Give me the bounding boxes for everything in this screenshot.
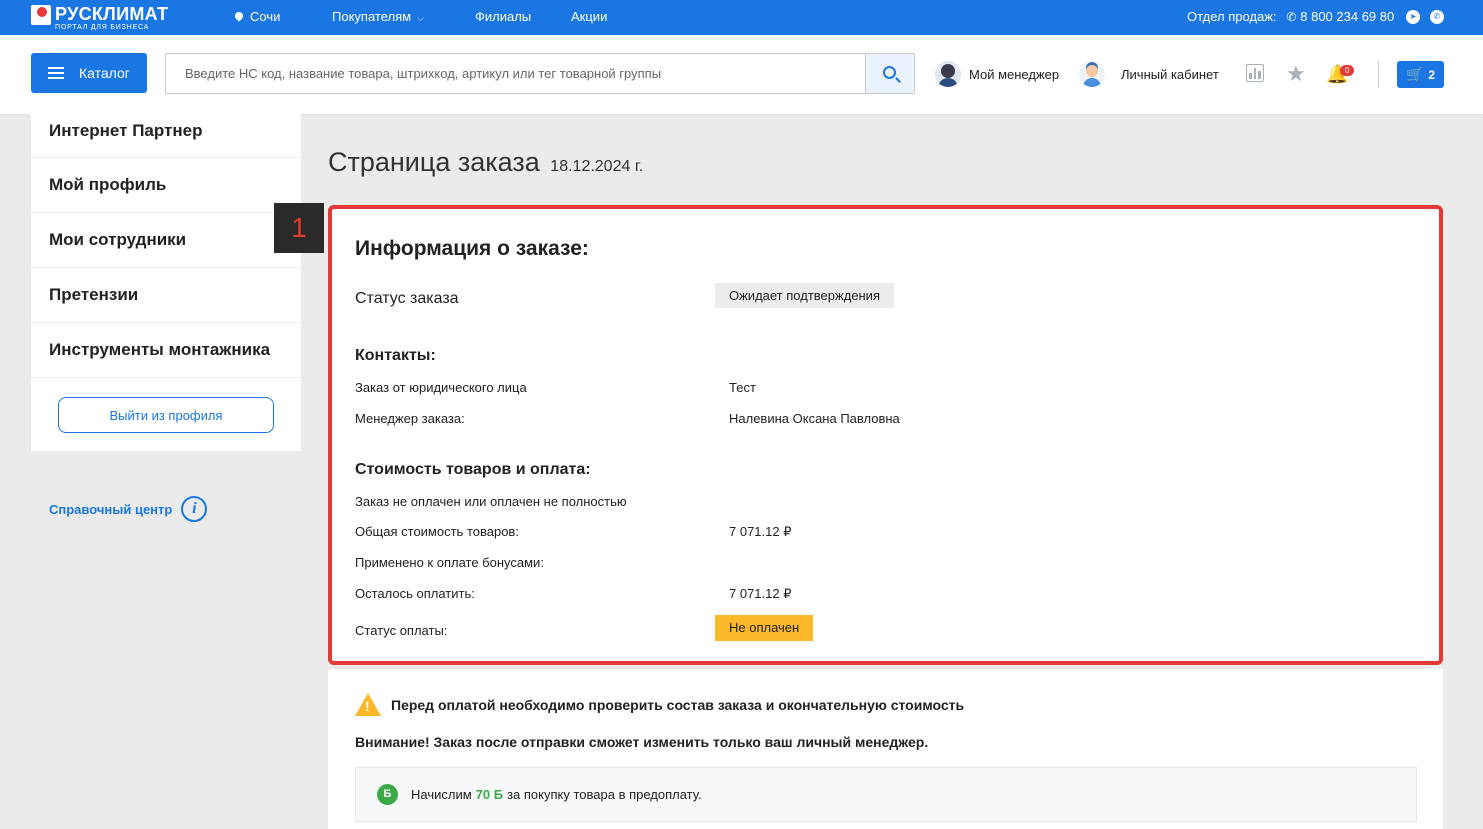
total-cost-value: 7 071.12 ₽ — [729, 524, 792, 539]
cart-count: 2 — [1428, 67, 1436, 82]
user-avatar — [1079, 61, 1105, 87]
bonus-applied-label: Применено к оплате бонусами: — [355, 555, 544, 570]
payment-status-badge: Не оплачен — [715, 615, 814, 641]
order-status-label: Статус заказа — [355, 290, 459, 307]
bonus-prefix: Начислим — [411, 787, 472, 802]
bonus-icon: Б — [377, 784, 398, 805]
search-icon — [883, 66, 896, 79]
sales-phone[interactable]: 8 800 234 69 80 — [1300, 9, 1394, 24]
catalog-button[interactable]: Каталог — [31, 53, 147, 93]
manager-link-label: Мой менеджер — [969, 66, 1060, 82]
payment-status-label: Статус оплаты: — [355, 623, 448, 638]
remaining-label: Осталось оплатить: — [355, 586, 475, 601]
manager-avatar — [935, 61, 961, 87]
catalog-label: Каталог — [79, 65, 130, 81]
total-cost-label: Общая стоимость товаров: — [355, 524, 519, 539]
legal-entity-value: Тест — [729, 380, 756, 395]
sales-department: Отдел продаж: ✆ 8 800 234 69 80 — [1187, 9, 1394, 24]
bonus-info-box: Б Начислим 70 Б за покупку товара в пред… — [355, 767, 1417, 822]
my-manager-link[interactable]: Мой менеджер — [935, 61, 1059, 87]
order-notice-section: Перед оплатой необходимо проверить соста… — [328, 669, 1443, 829]
info-icon: i — [181, 496, 208, 522]
notifications-badge: 0 — [1340, 65, 1355, 76]
payment-warning: Перед оплатой необходимо проверить соста… — [355, 693, 964, 716]
bonus-value: 70 Б — [475, 787, 504, 802]
payment-note: Заказ не оплачен или оплачен не полность… — [355, 494, 627, 509]
payment-warning-text: Перед оплатой необходимо проверить соста… — [391, 696, 965, 713]
order-info-heading: Информация о заказе: — [355, 237, 589, 260]
search-input[interactable] — [166, 54, 865, 93]
header-divider — [1378, 61, 1379, 87]
page-title-text: Страница заказа — [328, 147, 540, 177]
cart-button[interactable]: 🛒 2 — [1397, 61, 1444, 88]
brand-logo[interactable]: РУСКЛИМАТ ПОРТАЛ ДЛЯ БИЗНЕСА — [31, 5, 168, 31]
city-name: Сочи — [250, 9, 281, 24]
order-info-card: Информация о заказе: Статус заказа Ожида… — [328, 205, 1443, 665]
logo-icon — [31, 5, 51, 25]
nav-promotions[interactable]: Акции — [571, 9, 607, 24]
nav-branches[interactable]: Филиалы — [475, 9, 531, 24]
contacts-heading: Контакты: — [355, 347, 436, 364]
nav-buyers-label: Покупателям — [332, 9, 412, 24]
sidebar-item-my-profile[interactable]: Мой профиль — [31, 158, 301, 213]
compare-button[interactable] — [1246, 64, 1266, 84]
order-status-badge: Ожидает подтверждения — [715, 283, 894, 308]
header: Каталог Мой менеджер Личный кабинет ★ 🔔 … — [0, 35, 1483, 114]
help-center-label: Справочный центр — [49, 501, 173, 517]
sidebar-item-claims[interactable]: Претензии — [31, 268, 301, 323]
sidebar-item-installer-tools[interactable]: Инструменты монтажника — [31, 323, 301, 378]
search-bar — [165, 53, 915, 94]
order-manager-label: Менеджер заказа: — [355, 411, 465, 426]
telegram-icon[interactable]: ➤ — [1406, 10, 1420, 24]
attention-text: Внимание! Заказ после отправки сможет из… — [355, 734, 929, 750]
cart-icon: 🛒 — [1405, 66, 1424, 82]
favorites-star-icon[interactable]: ★ — [1286, 63, 1306, 85]
sales-label: Отдел продаж: — [1187, 9, 1277, 24]
city-selector[interactable]: Сочи — [233, 9, 281, 24]
menu-icon — [48, 67, 64, 79]
account-sidebar: Интернет Партнер Мой профиль Мои сотрудн… — [31, 114, 301, 451]
account-link-label: Личный кабинет — [1121, 66, 1219, 82]
page-title: Страница заказа 18.12.2024 г. — [328, 147, 643, 178]
chevron-down-icon: ⌵ — [417, 13, 424, 23]
brand-name: РУСКЛИМАТ — [55, 4, 169, 24]
top-bar: РУСКЛИМАТ ПОРТАЛ ДЛЯ БИЗНЕСА Сочи Покупа… — [0, 0, 1483, 35]
legal-entity-label: Заказ от юридического лица — [355, 380, 527, 395]
bonus-suffix: за покупку товара в предоплату. — [507, 787, 702, 802]
sidebar-item-internet-partner[interactable]: Интернет Партнер — [31, 114, 301, 158]
location-pin-icon — [233, 10, 245, 22]
step-marker: 1 — [274, 203, 324, 253]
order-date: 18.12.2024 г. — [550, 158, 644, 175]
logout-button[interactable]: Выйти из профиля — [58, 397, 274, 433]
search-button[interactable] — [865, 54, 914, 93]
brand-tagline: ПОРТАЛ ДЛЯ БИЗНЕСА — [55, 24, 150, 31]
account-link[interactable]: Личный кабинет — [1079, 61, 1219, 87]
help-center-link[interactable]: Справочный центр i — [49, 496, 208, 522]
nav-buyers[interactable]: Покупателям ⌵ — [332, 9, 424, 24]
sidebar-item-employees[interactable]: Мои сотрудники — [31, 213, 301, 268]
order-manager-value: Налевина Оксана Павловна — [729, 411, 900, 426]
bar-chart-icon — [1246, 64, 1264, 82]
warning-icon — [355, 693, 381, 716]
remaining-value: 7 071.12 ₽ — [729, 586, 792, 601]
whatsapp-icon[interactable]: ✆ — [1430, 10, 1444, 24]
payment-heading: Стоимость товаров и оплата: — [355, 461, 591, 478]
phone-icon: ✆ — [1286, 10, 1297, 24]
